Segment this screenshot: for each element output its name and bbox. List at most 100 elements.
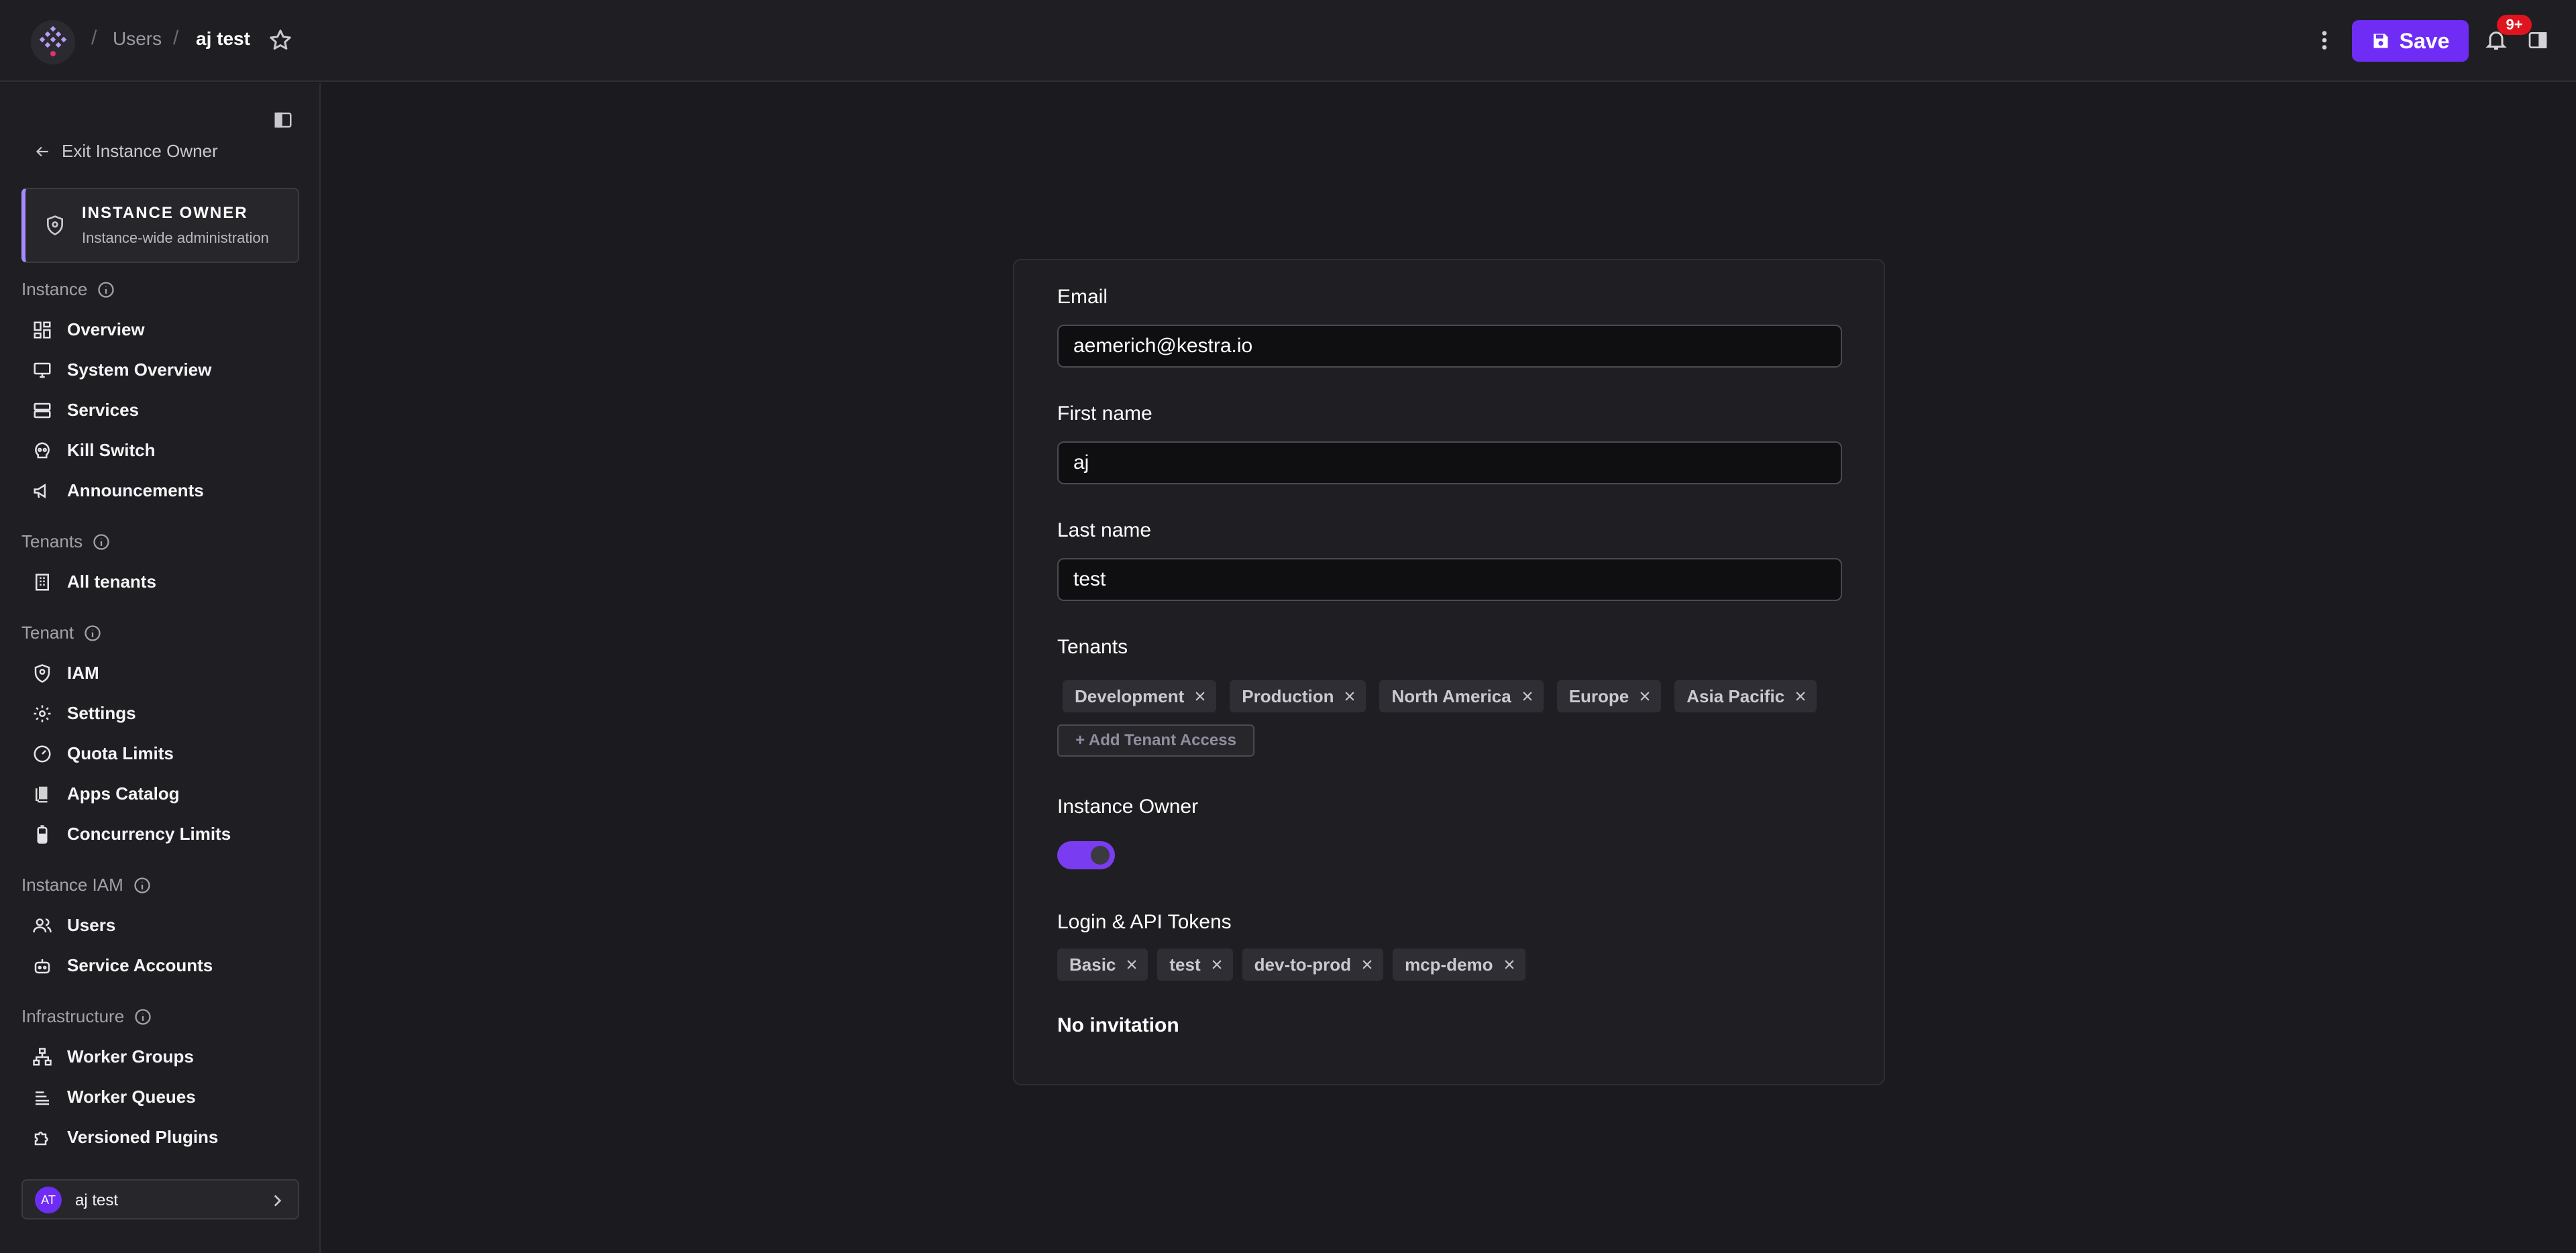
monitor-icon — [34, 362, 51, 378]
sidebar-item-kill-switch[interactable]: Kill Switch — [32, 440, 155, 461]
close-icon[interactable] — [1360, 958, 1374, 971]
exit-instance-owner-label: Exit Instance Owner — [62, 141, 218, 161]
section-tenant-label: Tenant — [21, 622, 74, 643]
token-chip-label: dev-to-prod — [1254, 954, 1352, 975]
add-tenant-access-button[interactable]: + Add Tenant Access — [1057, 724, 1254, 757]
sidebar-item-versioned-plugins[interactable]: Versioned Plugins — [32, 1127, 218, 1148]
close-icon[interactable] — [1794, 690, 1807, 703]
info-icon[interactable] — [97, 280, 115, 299]
sidebar-item-worker-queues[interactable]: Worker Queues — [32, 1087, 196, 1107]
sidebar-item-quota-limits[interactable]: Quota Limits — [32, 743, 174, 764]
sidebar-item-announcements[interactable]: Announcements — [32, 480, 204, 501]
close-icon[interactable] — [1125, 958, 1138, 971]
breadcrumb-separator: / — [173, 27, 179, 49]
close-icon[interactable] — [1210, 958, 1224, 971]
save-button-label: Save — [2399, 28, 2450, 53]
sidebar-item-label: Service Accounts — [67, 955, 213, 975]
instance-owner-toggle[interactable] — [1057, 841, 1115, 869]
sidebar-item-services[interactable]: Services — [32, 400, 139, 421]
gear-icon — [34, 705, 51, 722]
star-icon[interactable] — [268, 28, 292, 52]
tenant-chip-label: North America — [1391, 686, 1511, 706]
top-bar: / Users / aj test Save 9+ — [0, 0, 2576, 82]
sidebar-item-apps-catalog[interactable]: Apps Catalog — [32, 783, 180, 804]
sidebar-item-label: Announcements — [67, 480, 204, 500]
token-chip-label: Basic — [1069, 954, 1116, 975]
sidebar-item-label: Settings — [67, 703, 136, 723]
exit-instance-owner-link[interactable]: Exit Instance Owner — [34, 141, 218, 162]
section-instance-iam: Instance IAM — [21, 875, 152, 895]
info-icon[interactable] — [83, 624, 102, 643]
tenant-chip: North America — [1379, 680, 1544, 712]
info-icon[interactable] — [92, 533, 111, 551]
close-icon[interactable] — [1193, 690, 1207, 703]
sidebar-item-settings[interactable]: Settings — [32, 703, 136, 724]
user-edit-form: Email First name Last name Tenants Devel… — [1013, 259, 1885, 1085]
chevron-right-icon — [274, 1195, 282, 1207]
close-icon[interactable] — [1521, 690, 1534, 703]
sidebar-item-users[interactable]: Users — [32, 915, 115, 936]
token-chip: Basic — [1057, 948, 1148, 981]
close-icon[interactable] — [1503, 958, 1516, 971]
close-icon[interactable] — [1343, 690, 1356, 703]
tenant-chip: Europe — [1556, 680, 1662, 712]
first-name-field[interactable] — [1057, 441, 1842, 484]
sidebar-item-concurrency-limits[interactable]: Concurrency Limits — [32, 824, 231, 845]
users-icon — [33, 918, 52, 932]
last-name-label: Last name — [1057, 519, 1152, 541]
tenant-chips: Development Production North America Eur… — [1063, 680, 1817, 712]
sidebar-collapse-icon[interactable] — [272, 110, 294, 130]
section-tenant: Tenant — [21, 622, 102, 643]
save-disk-icon — [2373, 34, 2388, 48]
sidebar-item-label: System Overview — [67, 360, 212, 380]
skull-icon — [35, 441, 50, 458]
shield-icon — [47, 215, 63, 235]
section-tenants: Tenants — [21, 531, 111, 552]
first-name-label: First name — [1057, 402, 1152, 425]
email-field[interactable] — [1057, 325, 1842, 368]
tenants-label: Tenants — [1057, 636, 1128, 658]
right-panel-toggle-icon[interactable] — [2526, 30, 2549, 51]
token-chip-label: mcp-demo — [1405, 954, 1493, 975]
instance-owner-card: INSTANCE OWNER Instance-wide administrat… — [21, 188, 299, 263]
gauge-icon — [34, 745, 51, 762]
tenant-chip-label: Europe — [1568, 686, 1629, 706]
sidebar-item-label: Worker Groups — [67, 1046, 194, 1067]
sidebar-item-all-tenants[interactable]: All tenants — [32, 571, 156, 592]
book-icon — [36, 786, 48, 802]
building-icon — [36, 574, 49, 590]
tenant-chip: Production — [1230, 680, 1366, 712]
email-label: Email — [1057, 286, 1108, 308]
queue-icon — [36, 1091, 49, 1105]
tokens-label: Login & API Tokens — [1057, 911, 1232, 933]
kestra-logo-icon[interactable] — [31, 20, 75, 64]
tenant-chip-label: Development — [1075, 686, 1185, 706]
section-infrastructure: Infrastructure — [21, 1006, 152, 1027]
sidebar-item-overview[interactable]: Overview — [32, 319, 145, 340]
info-icon[interactable] — [133, 876, 152, 895]
info-icon[interactable] — [133, 1007, 152, 1026]
tenant-chip: Asia Pacific — [1674, 680, 1817, 712]
breadcrumb-separator: / — [91, 27, 97, 49]
breadcrumb-users-link[interactable]: Users — [113, 28, 162, 50]
sidebar-item-worker-groups[interactable]: Worker Groups — [32, 1046, 194, 1067]
sidebar: Exit Instance Owner INSTANCE OWNER Insta… — [0, 83, 321, 1253]
sidebar-item-label: Services — [67, 400, 139, 420]
last-name-field[interactable] — [1057, 558, 1842, 601]
dashboard-icon — [34, 321, 51, 338]
toggle-knob — [1091, 846, 1110, 865]
sidebar-item-service-accounts[interactable]: Service Accounts — [32, 955, 213, 976]
more-options-icon[interactable] — [2314, 28, 2334, 52]
shield-user-icon — [34, 663, 50, 683]
puzzle-icon — [34, 1131, 48, 1145]
tenant-chip-label: Production — [1242, 686, 1334, 706]
sidebar-item-label: IAM — [67, 663, 99, 683]
sidebar-item-iam[interactable]: IAM — [32, 663, 99, 684]
user-menu-button[interactable]: AT aj test — [21, 1179, 299, 1219]
sidebar-item-system-overview[interactable]: System Overview — [32, 360, 211, 380]
instance-owner-subtitle: Instance-wide administration — [82, 229, 269, 246]
section-tenants-label: Tenants — [21, 531, 83, 551]
close-icon[interactable] — [1638, 690, 1652, 703]
hierarchy-icon — [33, 1047, 52, 1065]
save-button[interactable]: Save — [2352, 20, 2469, 62]
